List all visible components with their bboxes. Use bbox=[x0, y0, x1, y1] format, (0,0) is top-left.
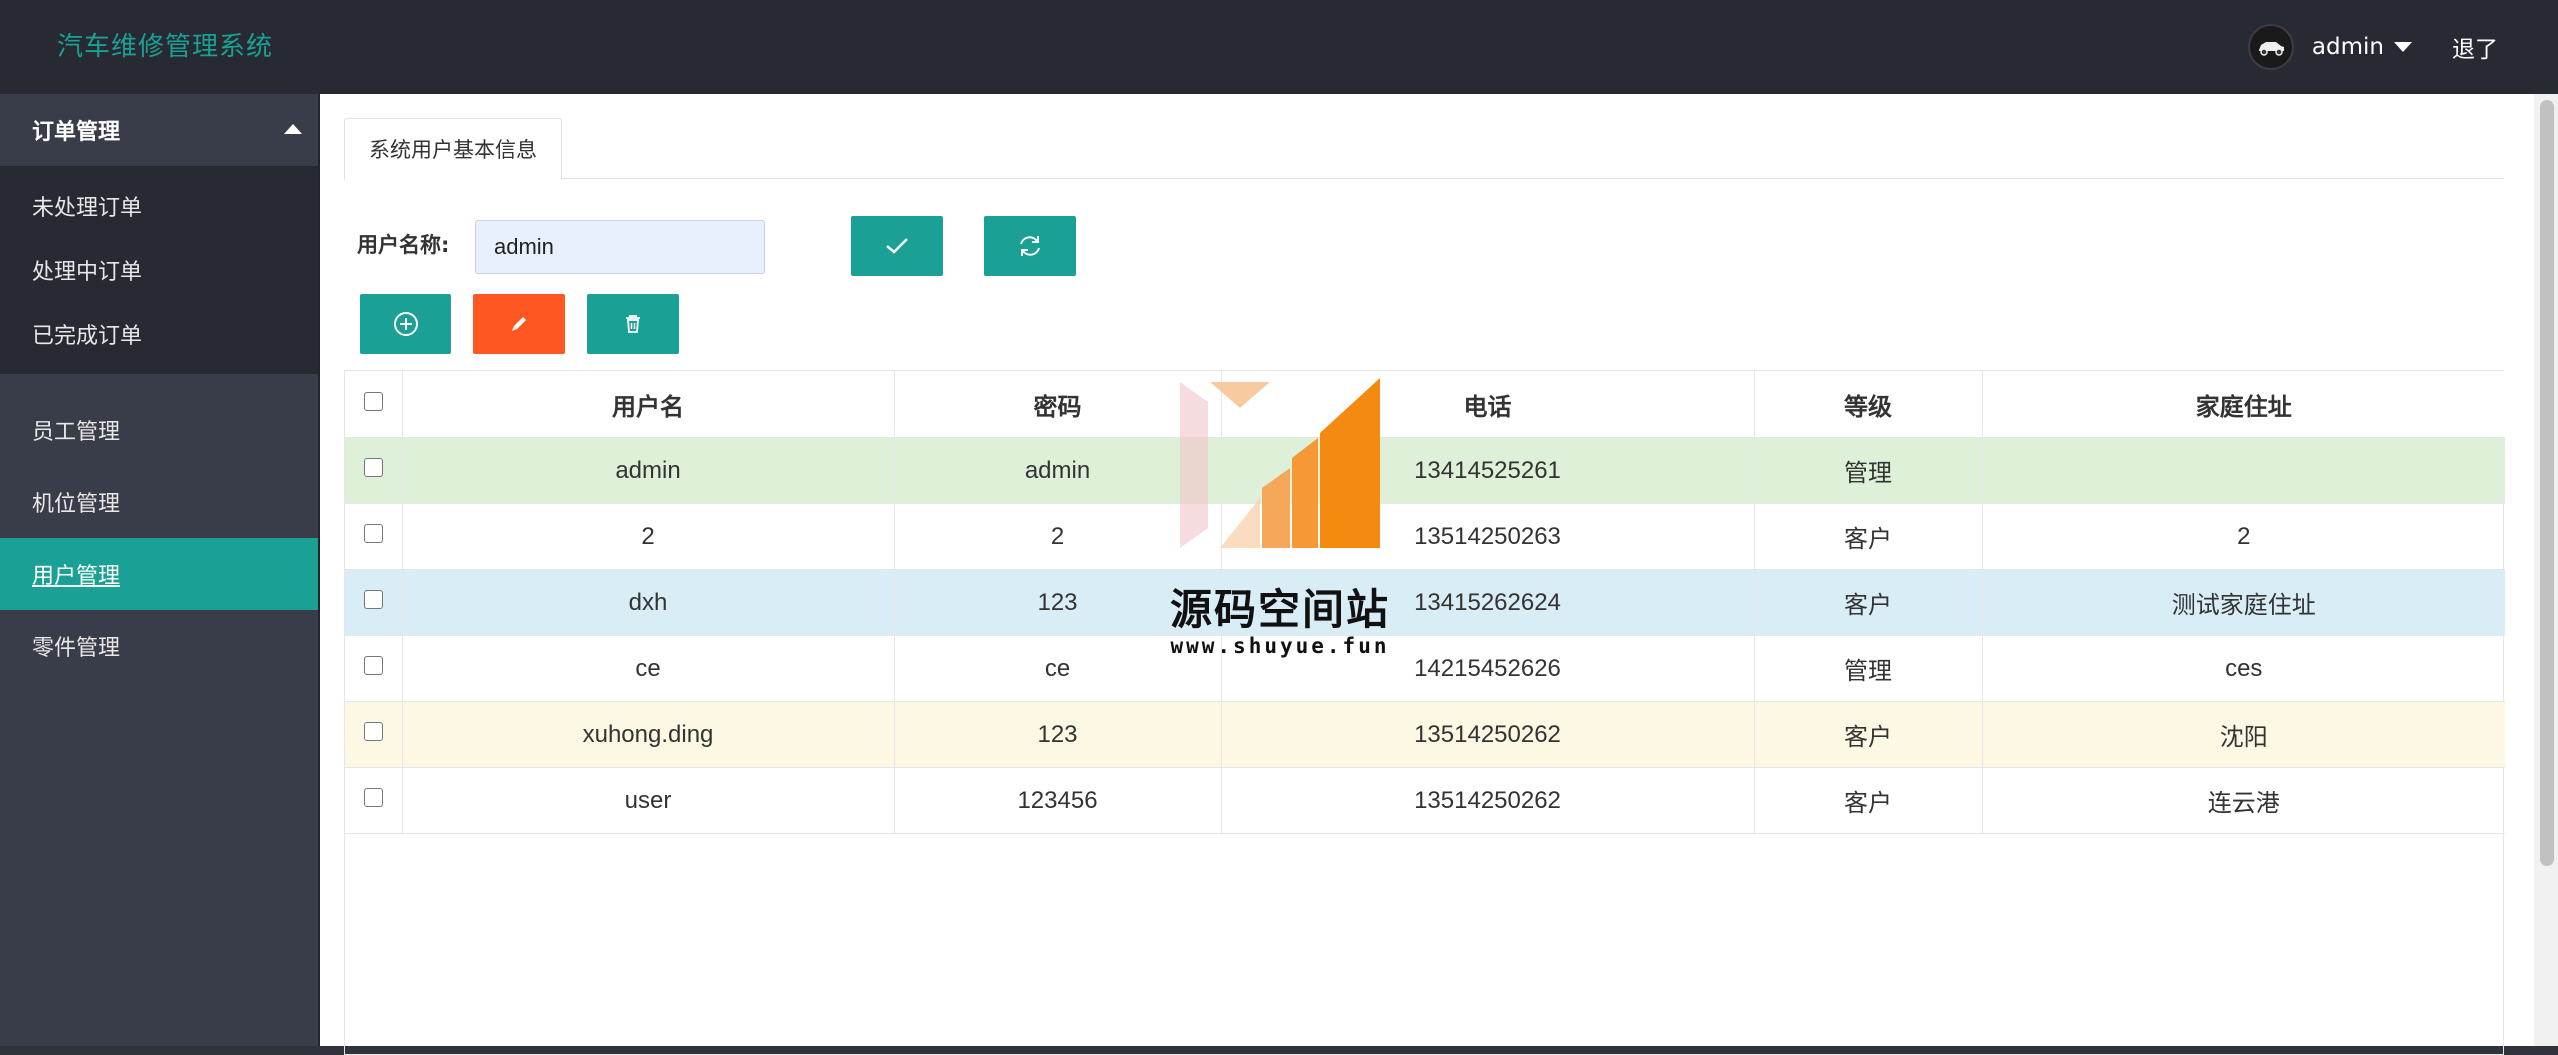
main-content: 系统用户基本信息 用户名称: admin 用户名 密码 电话 等级 家庭住址 a… bbox=[320, 94, 2534, 1055]
row-select-cell bbox=[345, 701, 403, 768]
column-header-username[interactable]: 用户名 bbox=[402, 371, 895, 438]
table-row[interactable]: user 123456 13514250262 客户 连云港 bbox=[345, 767, 2505, 834]
table-header-row: 用户名 密码 电话 等级 家庭住址 bbox=[345, 371, 2505, 438]
cell-phone: 13514250263 bbox=[1221, 503, 1755, 570]
cell-address: 测试家庭住址 bbox=[1982, 569, 2505, 636]
table-row[interactable]: 2 2 13514250263 客户 2 bbox=[345, 503, 2505, 570]
sidebar-item-unprocessed-orders[interactable]: 未处理订单 bbox=[0, 174, 318, 238]
row-select-cell bbox=[345, 569, 403, 636]
row-select-cell bbox=[345, 767, 403, 834]
cell-username: ce bbox=[402, 635, 895, 702]
row-select-cell bbox=[345, 635, 403, 702]
table-row[interactable]: admin admin 13414525261 管理 bbox=[345, 437, 2505, 504]
cell-username: admin bbox=[402, 437, 895, 504]
column-header-phone[interactable]: 电话 bbox=[1221, 371, 1755, 438]
sidebar-item-bays[interactable]: 机位管理 bbox=[0, 466, 318, 538]
tab-bar: 系统用户基本信息 bbox=[344, 118, 2504, 180]
chevron-down-icon bbox=[2394, 42, 2412, 52]
sidebar-group-label: 订单管理 bbox=[32, 120, 121, 145]
cell-username: 2 bbox=[402, 503, 895, 570]
check-icon bbox=[886, 238, 908, 254]
sidebar-group-orders[interactable]: 订单管理 bbox=[0, 94, 318, 166]
sidebar: 订单管理 未处理订单 处理中订单 已完成订单 员工管理 机位管理 用户管理 零件… bbox=[0, 94, 320, 1046]
sidebar-submenu: 未处理订单 处理中订单 已完成订单 bbox=[0, 166, 318, 374]
cell-password: ce bbox=[894, 635, 1222, 702]
sidebar-item-processing-orders[interactable]: 处理中订单 bbox=[0, 238, 318, 302]
pencil-icon bbox=[512, 317, 526, 331]
select-all-cell bbox=[345, 371, 403, 438]
cell-phone: 13514250262 bbox=[1221, 767, 1755, 834]
cell-level: 客户 bbox=[1754, 569, 1983, 636]
column-header-password[interactable]: 密码 bbox=[894, 371, 1222, 438]
cell-address: 沈阳 bbox=[1982, 701, 2505, 768]
sidebar-nav: 员工管理 机位管理 用户管理 零件管理 bbox=[0, 394, 318, 682]
cell-address: ces bbox=[1982, 635, 2505, 702]
cell-phone: 13414525261 bbox=[1221, 437, 1755, 504]
add-user-button[interactable] bbox=[360, 294, 451, 354]
logout-link[interactable]: 退了 bbox=[2452, 30, 2498, 64]
cell-phone: 14215452626 bbox=[1221, 635, 1755, 702]
search-label: 用户名称: bbox=[357, 233, 450, 257]
user-menu[interactable]: admin bbox=[2312, 34, 2412, 60]
row-checkbox[interactable] bbox=[363, 655, 383, 675]
trash-icon bbox=[626, 315, 640, 333]
sidebar-item-users[interactable]: 用户管理 bbox=[0, 538, 318, 610]
page-scrollbar-thumb[interactable] bbox=[2540, 100, 2554, 866]
app-title[interactable]: 汽车维修管理系统 bbox=[57, 26, 273, 63]
cell-phone: 13415262624 bbox=[1221, 569, 1755, 636]
row-checkbox[interactable] bbox=[363, 457, 383, 477]
cell-password: 2 bbox=[894, 503, 1222, 570]
cell-address: 连云港 bbox=[1982, 767, 2505, 834]
row-select-cell bbox=[345, 503, 403, 570]
row-select-cell bbox=[345, 437, 403, 504]
column-header-address[interactable]: 家庭住址 bbox=[1982, 371, 2505, 438]
cell-address: 2 bbox=[1982, 503, 2505, 570]
sidebar-item-employees[interactable]: 员工管理 bbox=[0, 394, 318, 466]
refresh-icon bbox=[1020, 236, 1040, 256]
cell-password: admin bbox=[894, 437, 1222, 504]
search-confirm-button[interactable] bbox=[851, 216, 943, 276]
cell-address bbox=[1982, 437, 2505, 504]
cell-level: 客户 bbox=[1754, 767, 1983, 834]
cell-username: xuhong.ding bbox=[402, 701, 895, 768]
car-icon bbox=[2258, 42, 2284, 56]
user-area: admin 退了 bbox=[2247, 24, 2498, 70]
sidebar-item-completed-orders[interactable]: 已完成订单 bbox=[0, 302, 318, 366]
column-header-level[interactable]: 等级 bbox=[1754, 371, 1983, 438]
table-row[interactable]: ce ce 14215452626 管理 ces bbox=[345, 635, 2505, 702]
cell-password: 123456 bbox=[894, 767, 1222, 834]
chevron-up-icon bbox=[284, 124, 302, 134]
table-row[interactable]: dxh 123 13415262624 客户 测试家庭住址 bbox=[345, 569, 2505, 636]
cell-level: 管理 bbox=[1754, 437, 1983, 504]
sidebar-item-parts[interactable]: 零件管理 bbox=[0, 610, 318, 682]
username-label: admin bbox=[2311, 34, 2384, 60]
select-all-checkbox[interactable] bbox=[363, 391, 383, 411]
cell-level: 客户 bbox=[1754, 503, 1983, 570]
cell-password: 123 bbox=[894, 569, 1222, 636]
cell-username: user bbox=[402, 767, 895, 834]
refresh-button[interactable] bbox=[984, 216, 1076, 276]
delete-user-button[interactable] bbox=[587, 294, 679, 354]
row-checkbox[interactable] bbox=[363, 787, 383, 807]
edit-user-button[interactable] bbox=[473, 294, 565, 354]
row-checkbox[interactable] bbox=[363, 721, 383, 741]
cell-level: 客户 bbox=[1754, 701, 1983, 768]
cell-username: dxh bbox=[402, 569, 895, 636]
tab-user-info[interactable]: 系统用户基本信息 bbox=[344, 118, 562, 180]
row-checkbox[interactable] bbox=[363, 523, 383, 543]
cell-password: 123 bbox=[894, 701, 1222, 768]
cell-level: 管理 bbox=[1754, 635, 1983, 702]
plus-circle-icon bbox=[393, 312, 418, 336]
cell-phone: 13514250262 bbox=[1221, 701, 1755, 768]
avatar[interactable] bbox=[2247, 24, 2294, 70]
username-search-input[interactable] bbox=[475, 220, 765, 274]
row-checkbox[interactable] bbox=[363, 589, 383, 609]
table-empty-area bbox=[345, 834, 2503, 1054]
table-row[interactable]: xuhong.ding 123 13514250262 客户 沈阳 bbox=[345, 701, 2505, 768]
top-bar: 汽车维修管理系统 admin 退了 bbox=[0, 0, 2558, 94]
users-table: 用户名 密码 电话 等级 家庭住址 admin admin 1341452526… bbox=[344, 370, 2505, 1055]
